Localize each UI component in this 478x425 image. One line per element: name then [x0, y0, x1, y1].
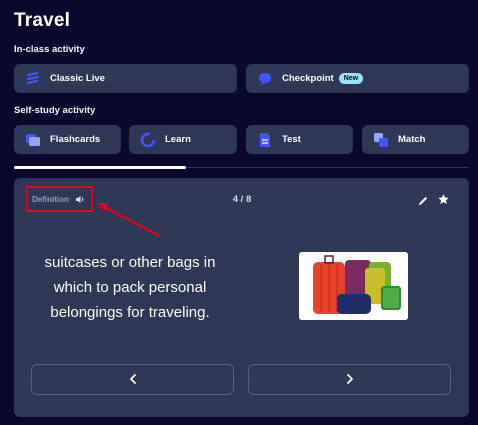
luggage-image — [299, 252, 408, 320]
classic-live-button[interactable]: Classic Live — [14, 64, 237, 93]
classic-live-label: Classic Live — [50, 73, 105, 84]
checkpoint-button[interactable]: Checkpoint New — [246, 64, 469, 93]
self-study-activity-heading: Self-study activity — [14, 105, 96, 116]
definition-text: suitcases or other bags in which to pack… — [44, 254, 216, 321]
classic-live-icon — [24, 70, 42, 88]
test-button[interactable]: Test — [246, 125, 353, 154]
test-label: Test — [282, 134, 301, 145]
checkpoint-icon — [256, 70, 274, 88]
flashcards-label: Flashcards — [50, 134, 101, 145]
match-icon — [372, 131, 390, 149]
definition-label: Definition — [26, 186, 93, 212]
learn-icon — [139, 131, 157, 149]
next-card-button[interactable] — [248, 364, 451, 395]
flashcards-button[interactable]: Flashcards — [14, 125, 121, 154]
card-counter: 4 / 8 — [232, 194, 252, 205]
star-icon[interactable] — [437, 193, 450, 206]
chevron-left-icon — [129, 371, 137, 389]
learn-label: Learn — [165, 134, 191, 145]
learn-button[interactable]: Learn — [129, 125, 237, 154]
chevron-right-icon — [346, 371, 354, 389]
definition-label-text: Definition — [32, 194, 69, 204]
checkpoint-label: Checkpoint — [282, 73, 334, 84]
match-button[interactable]: Match — [362, 125, 469, 154]
previous-card-button[interactable] — [31, 364, 234, 395]
edit-icon[interactable] — [417, 194, 429, 206]
flashcards-icon — [24, 131, 42, 149]
match-label: Match — [398, 134, 426, 145]
new-badge: New — [338, 73, 364, 84]
speaker-icon[interactable] — [75, 195, 85, 204]
in-class-activity-heading: In-class activity — [14, 44, 85, 55]
page-title: Travel — [14, 10, 71, 31]
active-tab-indicator — [14, 166, 186, 169]
test-icon — [256, 131, 274, 149]
